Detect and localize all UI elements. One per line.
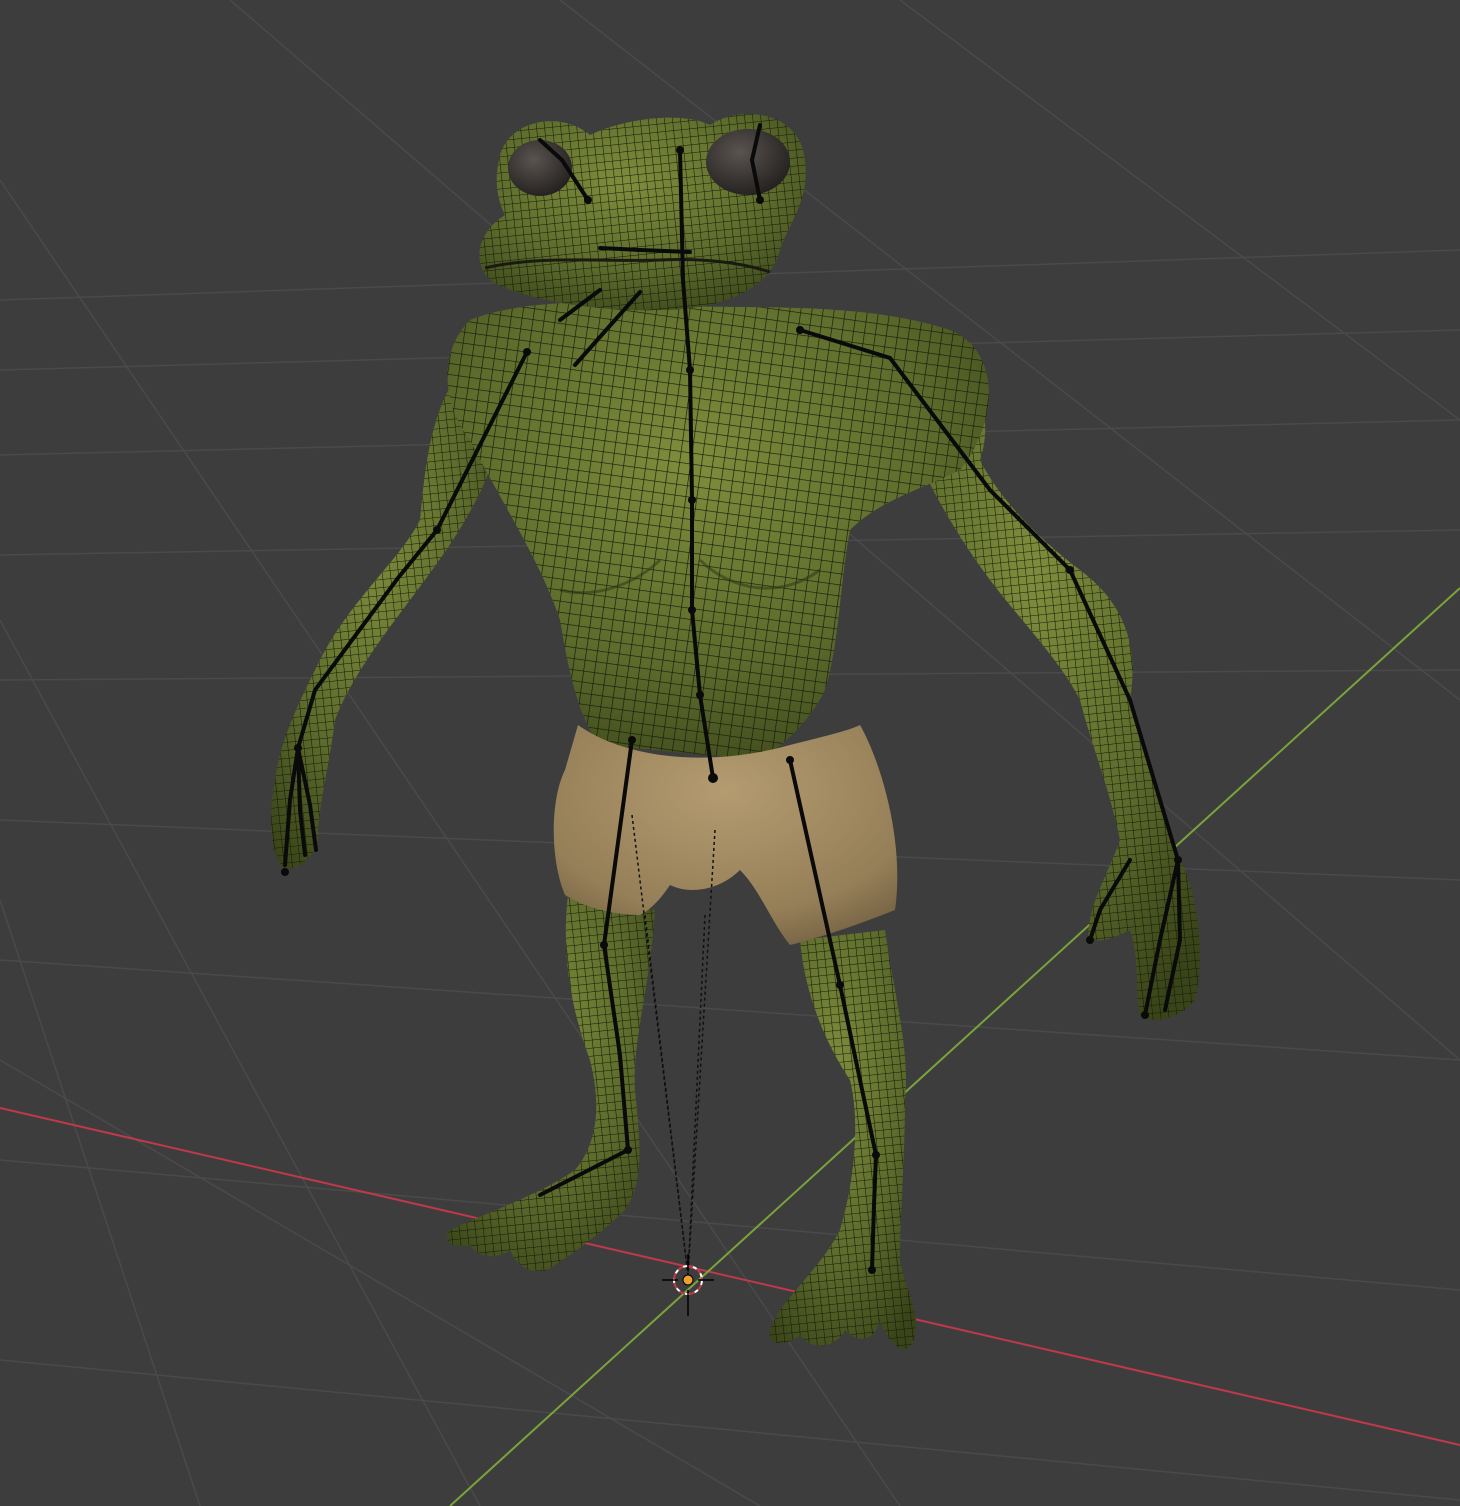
x-axis-line: [0, 1107, 1460, 1446]
right-eye: [706, 129, 790, 195]
torso[interactable]: [447, 302, 989, 760]
left-eye: [508, 140, 572, 196]
viewport-canvas[interactable]: [0, 0, 1460, 1506]
3d-viewport[interactable]: [0, 0, 1460, 1506]
left-arm[interactable]: [271, 360, 490, 870]
object-origin-dot: [682, 1274, 694, 1286]
frog-model[interactable]: [271, 114, 1200, 1350]
